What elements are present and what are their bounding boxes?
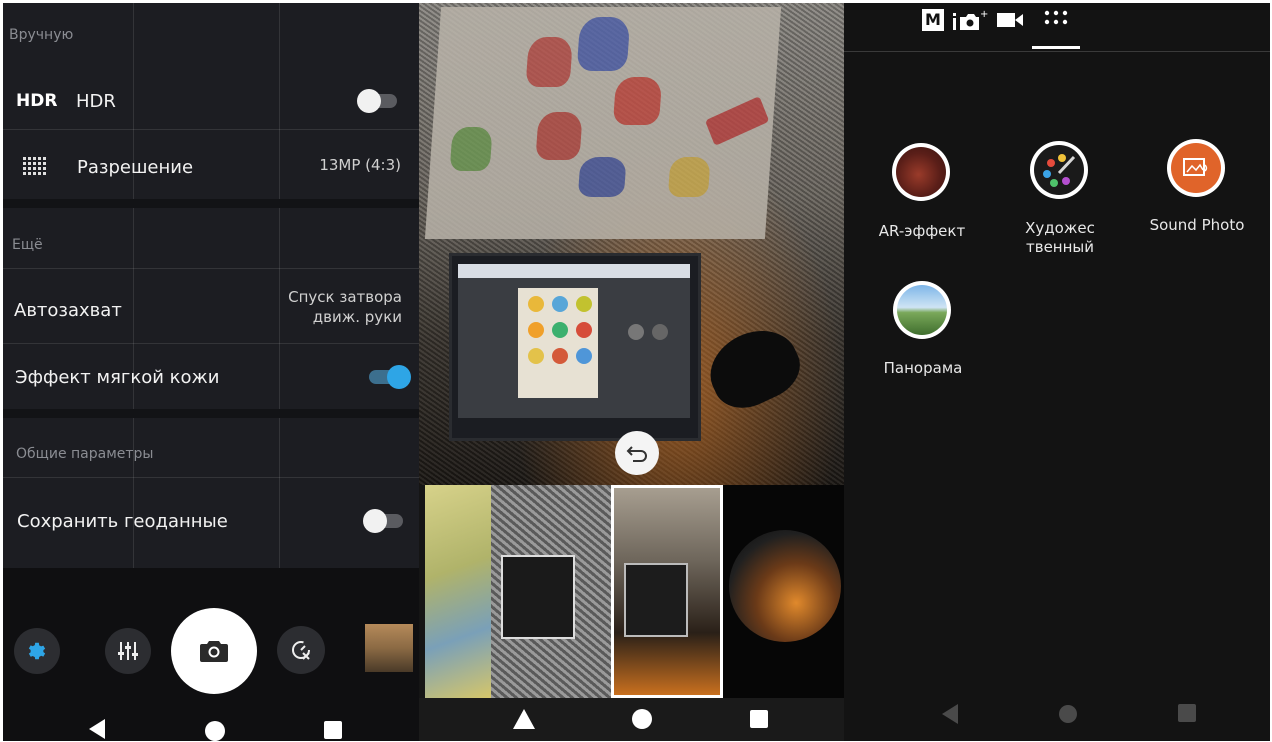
hdr-label: HDR xyxy=(76,91,116,112)
camera-controls-bar xyxy=(3,568,420,741)
geotag-toggle[interactable] xyxy=(363,509,403,533)
sketch-wall-image xyxy=(424,7,782,239)
recents-icon[interactable] xyxy=(323,720,343,740)
self-timer-off-icon xyxy=(292,641,310,660)
filter-preview-panel xyxy=(419,3,851,741)
undo-arrow-icon xyxy=(626,446,647,462)
photo-plus-icon[interactable]: + xyxy=(952,9,988,31)
camera-viewfinder xyxy=(419,3,851,485)
shutter-button[interactable] xyxy=(171,608,257,694)
filter-sketch-color[interactable] xyxy=(425,485,491,698)
panorama-icon xyxy=(893,281,951,339)
self-timer-button[interactable] xyxy=(277,626,325,674)
palette-icon xyxy=(1030,141,1088,199)
video-icon[interactable] xyxy=(996,11,1024,29)
back-icon[interactable] xyxy=(512,708,536,730)
filter-pencil-bw[interactable] xyxy=(491,485,611,698)
undo-button[interactable] xyxy=(615,431,659,475)
monitor-image xyxy=(449,253,701,441)
autocapture-label: Автозахват xyxy=(14,300,122,321)
svg-text:+: + xyxy=(980,9,988,20)
gallery-thumbnail[interactable] xyxy=(365,624,413,672)
hdr-row[interactable]: HDR HDR xyxy=(3,73,420,129)
home-icon[interactable] xyxy=(204,720,226,741)
filter-strip xyxy=(425,485,851,698)
tab-manual[interactable]: M xyxy=(922,9,944,31)
back-icon[interactable] xyxy=(87,718,107,740)
hdr-icon: HDR xyxy=(16,91,58,111)
soft-skin-toggle[interactable] xyxy=(369,365,411,389)
sound-photo-icon xyxy=(1167,139,1225,197)
dinosaur-icon xyxy=(892,143,950,201)
recents-icon[interactable] xyxy=(1178,704,1196,722)
desk-lamp-image xyxy=(698,317,810,419)
section-general: Общие параметры xyxy=(16,446,154,462)
geotag-row[interactable]: Сохранить геоданные xyxy=(3,481,420,551)
camera-modes-panel: M + AR-эффект Художес твенный Sound Phot… xyxy=(844,3,1270,741)
camera-icon xyxy=(200,641,228,662)
settings-button[interactable] xyxy=(14,628,60,674)
navigation-bar xyxy=(419,698,851,741)
filter-fisheye[interactable] xyxy=(723,485,851,698)
resolution-grid-icon xyxy=(23,157,46,175)
resolution-row[interactable]: Разрешение 13MP (4:3) xyxy=(3,133,420,199)
autocapture-value: Спуск затвора движ. руки xyxy=(288,288,402,326)
soft-skin-label: Эффект мягкой кожи xyxy=(15,367,220,388)
back-icon[interactable] xyxy=(940,703,960,725)
recents-icon[interactable] xyxy=(749,709,769,729)
resolution-label: Разрешение xyxy=(77,157,194,178)
adjust-button[interactable] xyxy=(105,628,151,674)
soft-skin-row[interactable]: Эффект мягкой кожи xyxy=(3,347,420,409)
section-manual: Вручную xyxy=(9,27,74,43)
resolution-value: 13MP (4:3) xyxy=(319,156,401,174)
geotag-label: Сохранить геоданные xyxy=(17,511,228,532)
autocapture-row[interactable]: Автозахват Спуск затвора движ. руки xyxy=(3,273,420,343)
camera-settings-panel: Вручную HDR HDR Разрешение 13MP (4:3) Ещ… xyxy=(3,3,420,741)
home-icon[interactable] xyxy=(1058,704,1078,724)
mode-tab-bar: M + xyxy=(844,3,1270,52)
grid-dots-icon[interactable] xyxy=(1044,10,1068,26)
section-more: Ещё xyxy=(12,237,43,253)
sliders-icon xyxy=(118,642,138,660)
home-icon[interactable] xyxy=(631,708,653,730)
gear-icon xyxy=(28,642,46,660)
active-tab-indicator xyxy=(1032,46,1080,49)
hdr-toggle[interactable] xyxy=(357,89,397,113)
filter-sketch-warm[interactable] xyxy=(611,485,723,698)
